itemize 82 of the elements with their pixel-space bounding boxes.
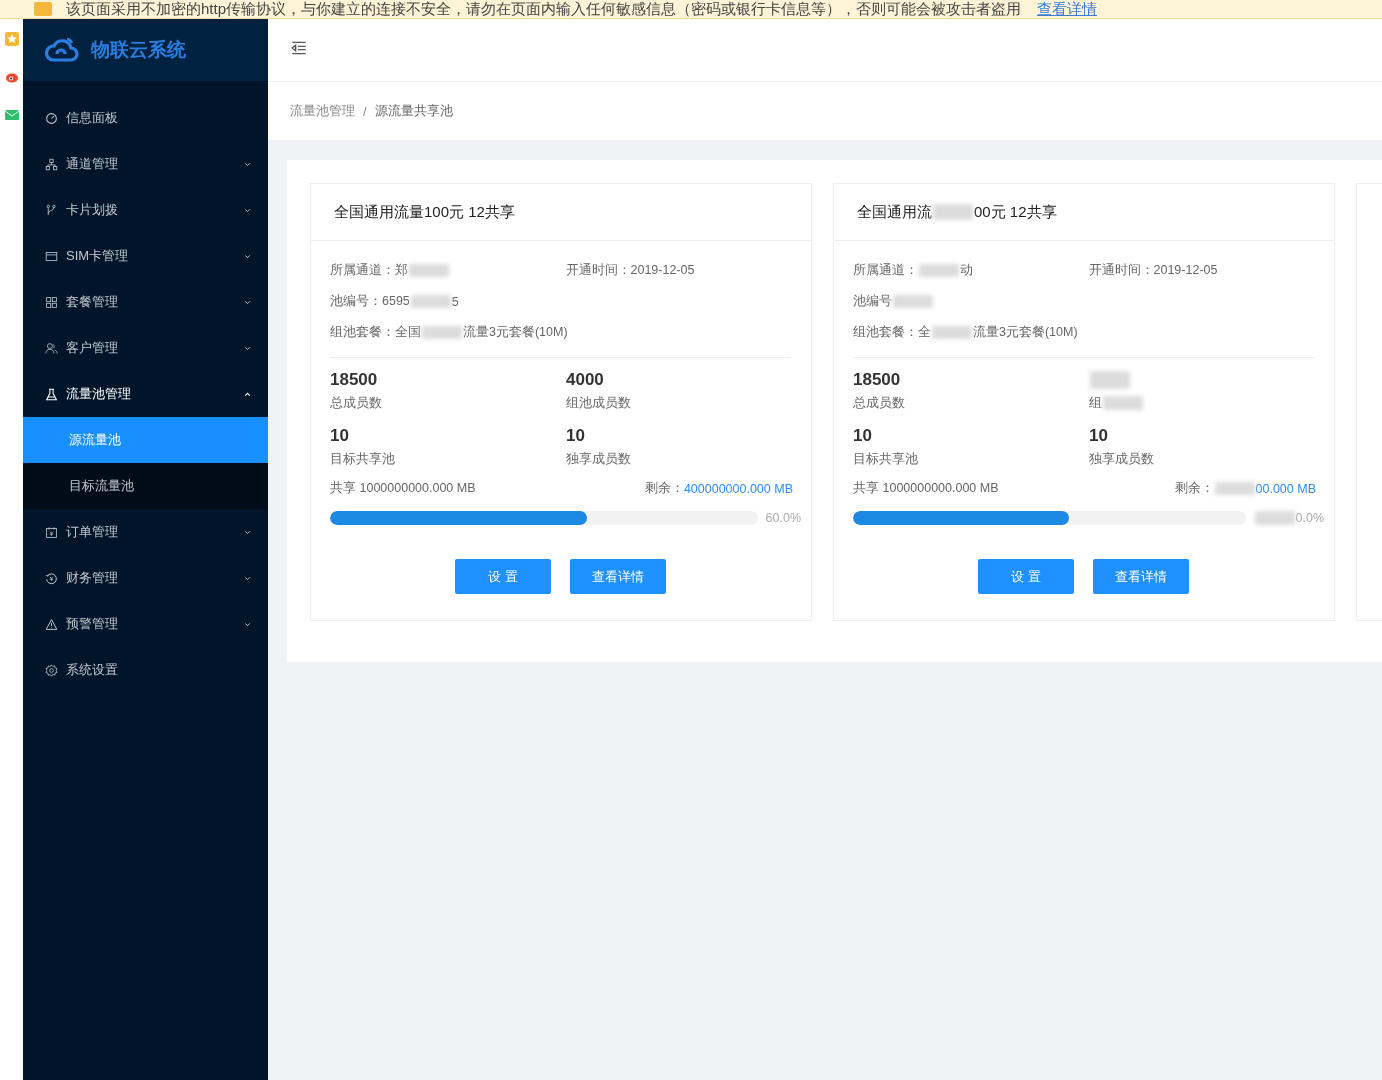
card-icon (45, 249, 58, 263)
blurred-region (933, 203, 973, 221)
menu-icon (290, 39, 308, 57)
blurred-region (409, 263, 449, 278)
blurred-region (1254, 511, 1295, 525)
blurred-region (1090, 370, 1130, 390)
warning-icon (34, 2, 52, 16)
menu-item[interactable]: 预警管理 (23, 601, 268, 647)
stat-label: 目标共享池 (330, 450, 395, 468)
menu-item[interactable]: 流量池管理 (23, 371, 268, 417)
submenu-item[interactable]: 目标流量池 (23, 463, 268, 509)
stat-label: 组 (1089, 394, 1102, 412)
blurred-region (919, 263, 959, 278)
channel-label: 所属通道：郑 (330, 262, 408, 279)
menu-item[interactable]: 套餐管理 (23, 279, 268, 325)
pool-plan-label: 组池套餐：全国 (330, 324, 421, 341)
flask-icon (45, 387, 58, 401)
pool-number-label: 池编号 (853, 293, 892, 310)
blurred-region (410, 294, 451, 309)
progress-percent: 0.0% (1295, 511, 1324, 525)
open-date-label: 开通时间：2019-12-05 (1088, 262, 1218, 279)
mail-icon (3, 107, 20, 123)
shared-total: 共享 1000000000.000 MB (330, 481, 476, 495)
settings-icon (45, 663, 58, 677)
stat-value: 10 (330, 426, 349, 446)
open-date-label: 开通时间：2019-12-05 (565, 262, 695, 279)
pool-plan-label: 组池套餐：全 (853, 324, 931, 341)
menu-item[interactable]: 财务管理 (23, 555, 268, 601)
remaining-label: 剩余： (644, 480, 684, 497)
calendar-icon (45, 525, 58, 539)
shared-total: 共享 1000000000.000 MB (853, 481, 999, 495)
stat-label: 独享成员数 (566, 450, 631, 468)
blurred-region (1214, 481, 1255, 496)
menu-item[interactable]: 通道管理 (23, 141, 268, 187)
breadcrumb-current: 源流量共享池 (374, 102, 453, 120)
stat-value: 18500 (853, 370, 901, 390)
card-title: 全国通用流 (857, 202, 932, 222)
grid-icon (45, 295, 58, 309)
hierarchy-icon (45, 157, 58, 171)
remaining-value: 00.000 MB (1255, 481, 1316, 496)
blurred-region (932, 325, 972, 340)
stat-value: 4000 (566, 370, 604, 390)
stat-value: 10 (566, 426, 585, 446)
pool-number-label: 5 (451, 294, 459, 309)
menu-item[interactable]: 卡片划拨 (23, 187, 268, 233)
card-title: 全国通用流量100元 12共享 (334, 202, 515, 222)
gauge-icon (45, 111, 58, 125)
blurred-region (1103, 396, 1143, 410)
stat-value: 10 (1089, 426, 1108, 446)
pool-plan-label: 流量3元套餐(10M) (973, 324, 1078, 341)
channel-label: 动 (960, 262, 973, 279)
users-icon (45, 341, 58, 355)
app-logo-text: 物联云系统 (91, 38, 186, 62)
menu-item[interactable]: 客户管理 (23, 325, 268, 371)
details-link[interactable]: 查看详情 (1037, 0, 1098, 17)
stat-value: 10 (853, 426, 872, 446)
branch-icon (45, 203, 58, 217)
remaining-label: 剩余： (1174, 480, 1214, 497)
stat-label: 独享成员数 (1089, 450, 1154, 468)
warning-icon (45, 617, 58, 631)
stat-label: 组池成员数 (566, 394, 631, 412)
blurred-region (422, 325, 462, 340)
breadcrumb-link[interactable]: 流量池管理 (290, 102, 355, 120)
menu-item[interactable]: 系统设置 (23, 647, 268, 693)
card-title: 00元 12共享 (974, 202, 1057, 222)
pool-plan-label: 流量3元套餐(10M) (463, 324, 568, 341)
breadcrumb-separator: / (363, 103, 367, 119)
remaining-value: 400000000.000 MB (683, 481, 793, 496)
stat-value: 18500 (330, 370, 378, 390)
stat-label: 总成员数 (330, 394, 382, 412)
pool-number-label: 池编号：6595 (330, 293, 410, 310)
progress-percent: 60.0% (765, 511, 801, 525)
blurred-region (893, 294, 933, 309)
coin-icon (45, 571, 58, 585)
channel-label: 所属通道： (853, 262, 918, 279)
menu-item[interactable]: 信息面板 (23, 95, 268, 141)
menu-item[interactable]: 订单管理 (23, 509, 268, 555)
warning-message: 该页面采用不加密的http传输协议，与你建立的连接不安全，请勿在页面内输入任何敏感信息（密码或银行卡信息等），否则可能会被攻击者盗用 查看详情 (66, 0, 1098, 18)
stat-label: 目标共享池 (853, 450, 918, 468)
chevron-up-icon (243, 389, 252, 399)
menu-item[interactable]: SIM卡管理 (23, 233, 268, 279)
stat-label: 总成员数 (853, 394, 905, 412)
